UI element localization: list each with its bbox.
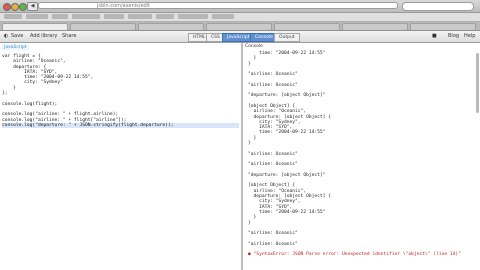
bookmark-item[interactable] xyxy=(128,14,152,19)
address-text: jsbin.com/axenis/edit xyxy=(97,3,151,9)
add-library-button[interactable]: Add library xyxy=(30,31,57,42)
screen: ◀ jsbin.com/axenis/edit ◐ Save Add libra… xyxy=(0,0,480,270)
code-line[interactable]: console.log("departure: " + JSON.stringi… xyxy=(2,122,239,129)
console-output: time: "2004-09-22 14:55" }} "airline: Oce… xyxy=(248,51,461,258)
browser-titlebar: ◀ jsbin.com/axenis/edit xyxy=(0,0,480,13)
console-header: Console xyxy=(243,43,480,50)
help-link[interactable]: Help xyxy=(464,31,475,42)
browser-tab[interactable] xyxy=(410,23,476,30)
bookmark-item[interactable] xyxy=(178,14,208,19)
share-button[interactable]: Share xyxy=(62,31,76,42)
minimize-window-icon[interactable] xyxy=(11,3,19,11)
bookmark-item[interactable] xyxy=(212,14,234,19)
console-error-line: ● "SyntaxError: JSON Parse error: Unexpe… xyxy=(248,252,461,258)
browser-tab[interactable] xyxy=(342,23,408,30)
bookmark-item[interactable] xyxy=(104,14,124,19)
browser-search-field[interactable] xyxy=(402,2,474,11)
browser-tab[interactable] xyxy=(138,23,204,30)
editor-label: JavaScript xyxy=(2,45,29,50)
jsbin-toolbar: ◐ Save Add library Share HTML CSS JavaScri… xyxy=(0,31,480,43)
save-menu[interactable]: Save xyxy=(11,31,23,42)
avatar[interactable]: ■ xyxy=(432,31,437,42)
jsbin-logo-icon[interactable]: ◐ xyxy=(4,31,8,42)
bookmark-item[interactable] xyxy=(156,14,174,19)
bookmark-item[interactable] xyxy=(72,14,100,19)
bookmark-item[interactable] xyxy=(4,14,22,19)
console-panel: Console time: "2004-09-22 14:55" }} "airl… xyxy=(243,43,480,270)
console-label: Console xyxy=(245,44,263,49)
bookmark-item[interactable] xyxy=(52,14,68,19)
browser-tab[interactable] xyxy=(2,23,68,30)
blog-link[interactable]: Blog xyxy=(448,31,459,42)
javascript-editor[interactable]: JavaScript var flight = { airline: "Ocea… xyxy=(0,43,243,270)
back-icon[interactable]: ◀ xyxy=(27,2,38,11)
code-area[interactable]: var flight = { airline: "Oceanic", depar… xyxy=(2,54,239,129)
zoom-window-icon[interactable] xyxy=(19,3,27,11)
bookmark-item[interactable] xyxy=(26,14,48,19)
panel-toggle-output[interactable]: Output xyxy=(274,33,300,42)
browser-tabs xyxy=(0,22,480,31)
browser-tab[interactable] xyxy=(70,23,136,30)
browser-tab[interactable] xyxy=(206,23,272,30)
address-bar[interactable]: jsbin.com/axenis/edit xyxy=(38,2,398,9)
close-window-icon[interactable] xyxy=(3,3,11,11)
bookmarks-bar xyxy=(0,13,480,22)
browser-tab[interactable] xyxy=(274,23,340,30)
console-scrollbar[interactable] xyxy=(476,53,479,113)
